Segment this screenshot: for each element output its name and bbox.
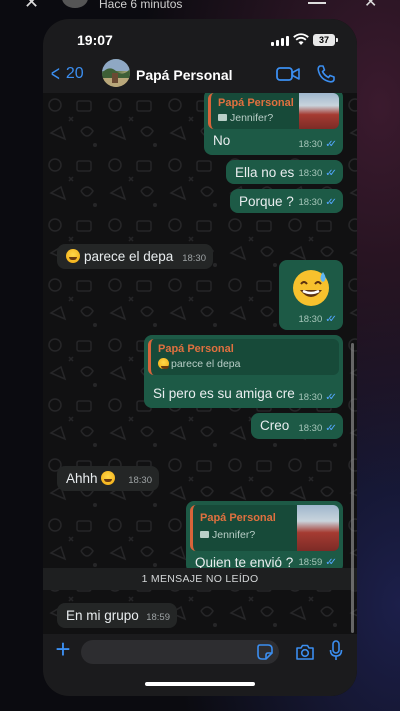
video-call-icon[interactable] <box>276 66 300 82</box>
quote-text: Jennifer? <box>230 112 274 124</box>
quote-author: Papá Personal <box>158 343 234 355</box>
message-text: Si pero es su amiga cre <box>153 386 295 401</box>
message-bubble-outgoing[interactable]: Papá Personal Jennifer? Quien te envió ?… <box>186 501 343 573</box>
message-bubble-outgoing[interactable]: Porque ? 18:30 ✓✓ <box>230 189 343 213</box>
back-chevron-icon: < <box>50 61 60 86</box>
message-meta: 18:30 ✓✓ <box>298 139 336 150</box>
contact-avatar[interactable] <box>102 59 130 87</box>
read-ticks-icon: ✓✓ <box>325 139 337 150</box>
read-ticks-icon: ✓✓ <box>325 314 337 325</box>
message-time: 18:30 <box>298 139 323 150</box>
quote-text-row: parece el depa <box>158 358 240 370</box>
message-time: 18:30 <box>298 168 323 179</box>
phone-screen: 19:07 37 < 20 Papá Personal Papá Persona… <box>43 19 357 696</box>
chat-scrollbar[interactable] <box>351 343 354 633</box>
grinning-sweat-emoji-icon <box>158 358 169 369</box>
read-ticks-icon: ✓✓ <box>325 392 337 403</box>
message-text: Porque ? <box>239 194 294 209</box>
message-text: Creo <box>260 418 290 433</box>
message-time: 18:30 <box>182 253 206 264</box>
message-bubble-outgoing[interactable]: 18:30 ✓✓ <box>279 260 343 330</box>
chat-area[interactable]: Papá Personal Jennifer? No 18:30 ✓✓ Ella … <box>43 93 357 634</box>
message-meta: 18:30 <box>128 475 152 486</box>
sticker-icon[interactable] <box>257 644 273 660</box>
message-meta: 18:59 ✓✓ <box>298 557 336 568</box>
story-background: ✕ Hace 6 minutos ✕ 19:07 37 < 20 Papá Pe… <box>0 0 400 711</box>
quote-thumbnail <box>299 93 339 129</box>
message-text-row: parece el depa <box>66 249 173 264</box>
message-input[interactable] <box>81 640 279 664</box>
grinning-sweat-emoji-icon <box>66 249 80 263</box>
message-bubble-outgoing[interactable]: Papá Personal Jennifer? No 18:30 ✓✓ <box>204 93 343 155</box>
quote-text-row: Jennifer? <box>200 529 255 541</box>
message-bubble-incoming[interactable]: En mi grupo 18:59 <box>57 603 177 628</box>
message-time: 18:59 <box>146 612 170 623</box>
message-meta: 18:30 ✓✓ <box>298 197 336 208</box>
big-grinning-sweat-emoji-icon <box>293 270 329 306</box>
quoted-message[interactable]: Papá Personal parece el depa <box>148 339 339 375</box>
story-close-icon[interactable]: ✕ <box>24 0 39 13</box>
message-meta: 18:59 <box>146 612 170 623</box>
photo-icon <box>218 114 227 121</box>
message-text: parece el depa <box>84 249 174 264</box>
message-meta: 18:30 ✓✓ <box>298 314 336 325</box>
message-time: 18:30 <box>298 423 323 434</box>
message-meta: 18:30 <box>182 253 206 264</box>
unread-banner: 1 MENSAJE NO LEÍDO <box>43 568 357 590</box>
message-bubble-outgoing[interactable]: Papá Personal parece el depa Si pero es … <box>144 335 343 408</box>
message-text: No <box>213 133 231 148</box>
status-bar: 19:07 37 <box>43 19 357 59</box>
quote-text: Jennifer? <box>212 529 256 541</box>
battery-indicator: 37 <box>313 34 338 46</box>
message-meta: 18:30 ✓✓ <box>298 392 336 403</box>
status-time: 19:07 <box>77 32 113 48</box>
message-composer: + <box>43 634 357 696</box>
message-time: 18:59 <box>298 557 323 568</box>
microphone-icon[interactable] <box>329 640 343 662</box>
wifi-icon <box>293 33 309 45</box>
message-bubble-incoming[interactable]: parece el depa 18:30 <box>57 244 213 269</box>
message-text: En mi grupo <box>66 608 139 623</box>
message-time: 18:30 <box>298 197 323 208</box>
message-meta: 18:30 ✓✓ <box>298 423 336 434</box>
read-ticks-icon: ✓✓ <box>325 423 337 434</box>
grinning-sweat-emoji-icon <box>101 471 116 485</box>
message-text-row: Ahhh <box>66 471 119 486</box>
story-time: Hace 6 minutos <box>99 0 183 11</box>
story-bar: ✕ Hace 6 minutos ✕ <box>0 0 400 14</box>
contact-name[interactable]: Papá Personal <box>136 67 233 83</box>
story-dismiss-icon[interactable]: ✕ <box>364 0 377 12</box>
read-ticks-icon: ✓✓ <box>325 168 337 179</box>
back-button[interactable]: < 20 <box>49 61 84 86</box>
quote-text: parece el depa <box>171 358 241 370</box>
home-indicator[interactable] <box>145 682 255 686</box>
message-time: 18:30 <box>298 392 323 403</box>
quote-thumbnail <box>297 505 339 551</box>
message-bubble-incoming[interactable]: Ahhh 18:30 <box>57 466 159 491</box>
back-count: 20 <box>65 65 84 82</box>
message-text: Ella no es <box>235 165 295 180</box>
camera-icon[interactable] <box>295 643 315 661</box>
plus-icon[interactable]: + <box>53 636 73 662</box>
quoted-message[interactable]: Papá Personal Jennifer? <box>208 93 339 129</box>
signal-icon <box>271 36 289 46</box>
quote-text-row: Jennifer? <box>218 112 273 124</box>
avatar-photo <box>102 59 130 87</box>
message-text: Ahhh <box>66 471 98 486</box>
message-bubble-outgoing[interactable]: Creo 18:30 ✓✓ <box>251 413 343 439</box>
quote-author: Papá Personal <box>218 97 294 109</box>
quoted-message[interactable]: Papá Personal Jennifer? <box>190 505 339 551</box>
message-time: 18:30 <box>128 475 152 486</box>
message-bubble-outgoing[interactable]: Ella no es 18:30 ✓✓ <box>226 160 343 184</box>
message-meta: 18:30 ✓✓ <box>298 168 336 179</box>
quote-author: Papá Personal <box>200 512 276 524</box>
story-avatar <box>62 0 88 8</box>
message-time: 18:30 <box>298 314 323 325</box>
photo-icon <box>200 531 209 538</box>
phone-call-icon[interactable] <box>316 64 336 84</box>
story-menu-icon[interactable] <box>308 0 326 4</box>
read-ticks-icon: ✓✓ <box>325 557 337 568</box>
read-ticks-icon: ✓✓ <box>325 197 337 208</box>
chat-header: < 20 Papá Personal <box>43 59 357 93</box>
